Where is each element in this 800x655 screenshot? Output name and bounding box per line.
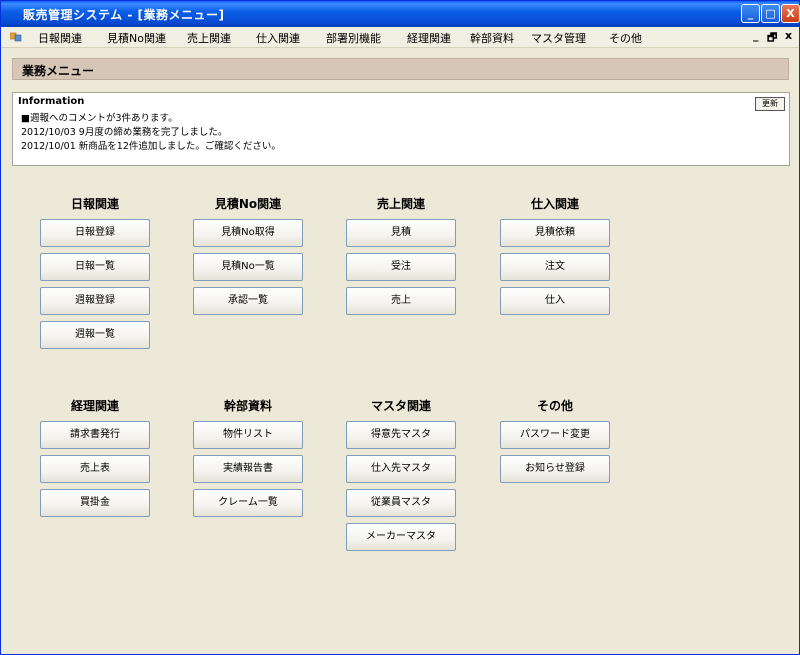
menu-item-sales[interactable]: 売上関連 [187,30,231,46]
password-change-button[interactable]: パスワード変更 [500,421,610,449]
weekly-report-register-button[interactable]: 週報登録 [40,287,150,315]
section-title-daily-report: 日報関連 [70,197,119,211]
minimize-button[interactable]: _ [741,4,760,23]
sales-button[interactable]: 売上 [346,287,456,315]
purchase-order-button[interactable]: 注文 [500,253,610,281]
info-line: 2012/10/03 9月度の締め業務を完了しました。 [21,127,228,138]
info-line: 2012/10/01 新商品を12件追加しました。ご確認ください。 [21,141,281,152]
employee-master-button[interactable]: 従業員マスタ [346,489,456,517]
daily-report-register-button[interactable]: 日報登録 [40,219,150,247]
section-title-executive: 幹部資料 [223,399,272,413]
section-title-other: その他 [536,399,573,413]
accounts-payable-button[interactable]: 買掛金 [40,489,150,517]
menu-item-purchasing[interactable]: 仕入関連 [256,30,300,46]
menu-item-department[interactable]: 部署別機能 [326,30,381,46]
daily-report-list-button[interactable]: 日報一覧 [40,253,150,281]
menu-item-master[interactable]: マスタ管理 [531,30,586,46]
order-received-button[interactable]: 受注 [346,253,456,281]
approval-list-button[interactable]: 承認一覧 [193,287,303,315]
customer-master-button[interactable]: 得意先マスタ [346,421,456,449]
maximize-button[interactable]: □ [761,4,780,23]
app-icon[interactable] [10,31,22,42]
maker-master-button[interactable]: メーカーマスタ [346,523,456,551]
notice-register-button[interactable]: お知らせ登録 [500,455,610,483]
mdi-restore-button[interactable]: 🗗 [767,29,777,48]
page-title: 業務メニュー [22,64,95,78]
estimate-button[interactable]: 見積 [346,219,456,247]
menu-bar: 日報関連 見積No関連 売上関連 仕入関連 部署別機能 経理関連 幹部資料 マス… [1,27,799,48]
main-window: 販売管理システム - [業務メニュー] _ □ X 日報関連 見積No関連 売上… [0,0,800,655]
weekly-report-list-button[interactable]: 週報一覧 [40,321,150,349]
claim-list-button[interactable]: クレーム一覧 [193,489,303,517]
menu-item-other[interactable]: その他 [609,30,642,46]
section-title-accounting: 経理関連 [70,399,119,413]
section-title-master: マスタ関連 [370,399,431,413]
menu-item-estimate-no[interactable]: 見積No関連 [107,30,166,46]
close-button[interactable]: X [781,4,800,23]
section-title-estimate-no: 見積No関連 [214,197,282,211]
purchase-button[interactable]: 仕入 [500,287,610,315]
menu-item-daily-report[interactable]: 日報関連 [38,30,82,46]
property-list-button[interactable]: 物件リスト [193,421,303,449]
menu-item-accounting[interactable]: 経理関連 [407,30,451,46]
estimate-no-list-button[interactable]: 見積No一覧 [193,253,303,281]
info-line: ■週報へのコメントが3件あります。 [21,113,178,124]
section-title-purchasing: 仕入関連 [530,197,579,211]
quote-request-button[interactable]: 見積依頼 [500,219,610,247]
mdi-minimize-button[interactable]: _ [753,29,759,42]
window-title: 販売管理システム - [業務メニュー] [23,8,225,22]
invoice-issue-button[interactable]: 請求書発行 [40,421,150,449]
title-bar[interactable]: 販売管理システム - [業務メニュー] _ □ X [1,1,800,27]
mdi-close-button[interactable]: x [785,29,792,42]
sales-table-button[interactable]: 売上表 [40,455,150,483]
information-panel: Information 更新 ■週報へのコメントが3件あります。 2012/10… [12,92,790,166]
performance-report-button[interactable]: 実績報告書 [193,455,303,483]
section-title-sales: 売上関連 [376,197,425,211]
page-header: 業務メニュー [12,58,789,80]
information-title: Information [18,96,85,107]
supplier-master-button[interactable]: 仕入先マスタ [346,455,456,483]
estimate-no-get-button[interactable]: 見積No取得 [193,219,303,247]
refresh-button[interactable]: 更新 [755,97,785,111]
menu-item-executive[interactable]: 幹部資料 [470,30,514,46]
